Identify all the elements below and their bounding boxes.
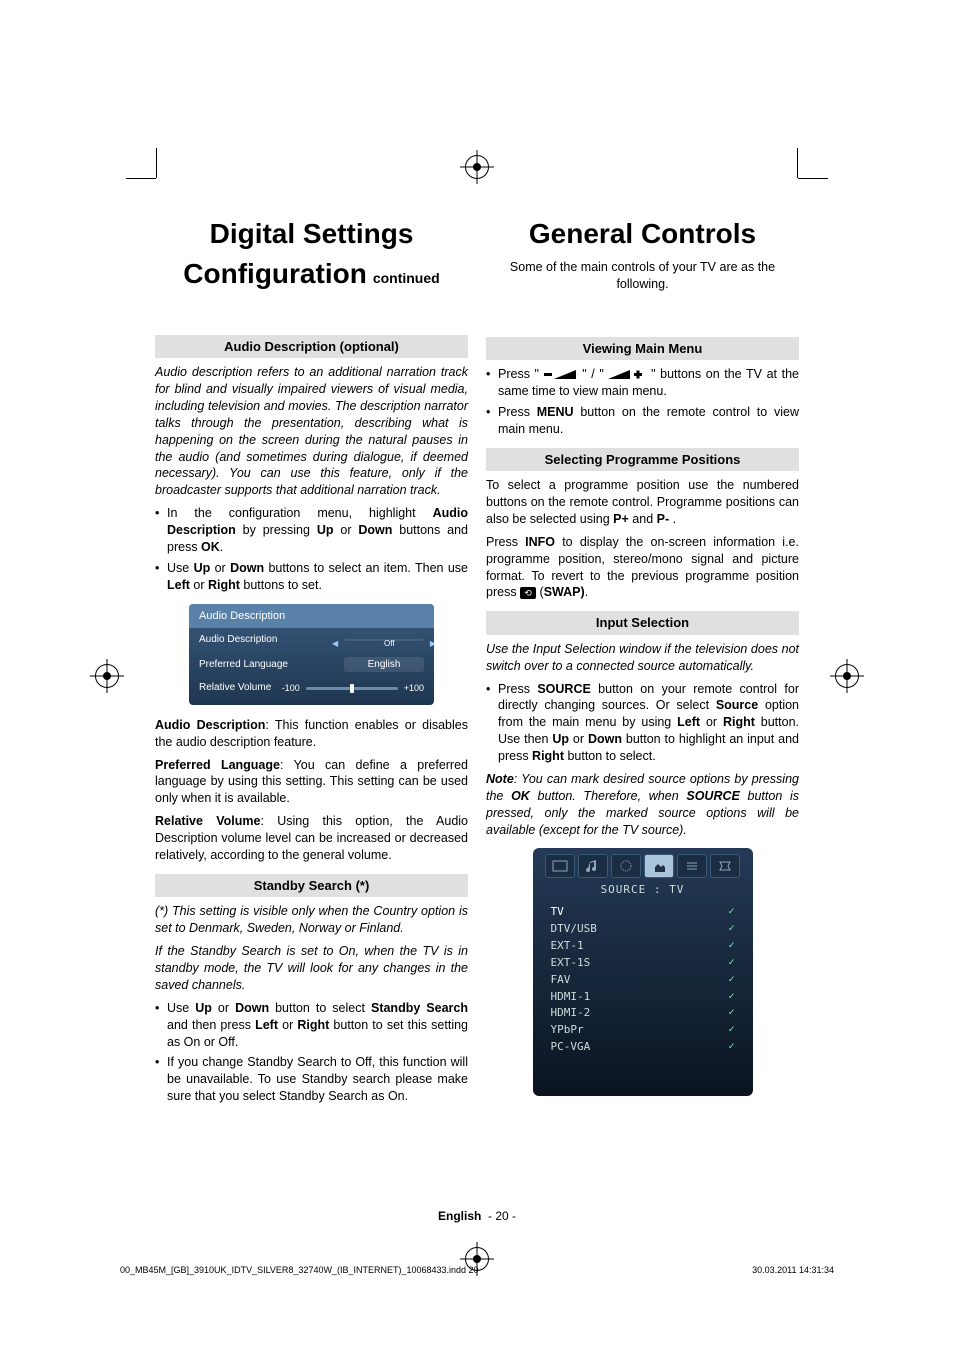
standby-bullets: Use Up or Down button to select Standby …: [155, 1000, 468, 1105]
slider-knob: [350, 684, 354, 693]
heading-viewing-main-menu: Viewing Main Menu: [486, 337, 799, 361]
panel-row-value: ◀ Off ▶: [344, 639, 424, 641]
volume-minus-icon: [544, 370, 578, 380]
tab-sound-icon: [578, 854, 608, 878]
registration-mark-icon: [95, 664, 119, 688]
panel-row-value: English: [344, 657, 424, 673]
right-title: General Controls: [486, 215, 799, 253]
right-column: General Controls Some of the main contro…: [486, 215, 799, 1109]
standby-para: If the Standby Search is set to On, when…: [155, 943, 468, 994]
tab-feature-icon: [611, 854, 641, 878]
slider-track: [306, 687, 398, 690]
check-icon: ✓: [728, 973, 734, 988]
heading-audio-description: Audio Description (optional): [155, 335, 468, 359]
check-icon: ✓: [728, 939, 734, 954]
triangle-right-icon: ▶: [430, 639, 434, 650]
check-icon: ✓: [728, 1006, 734, 1021]
audio-description-panel: Audio Description Audio Description ◀ Of…: [189, 604, 434, 705]
source-item: HDMI-2✓: [551, 1005, 735, 1022]
swap-icon: ⟲: [520, 587, 536, 599]
volume-plus-icon: [608, 370, 646, 380]
check-icon: ✓: [728, 922, 734, 937]
heading-standby-search: Standby Search (*): [155, 874, 468, 898]
check-icon: ✓: [728, 905, 734, 920]
left-column: Digital Settings Configuration continued…: [155, 215, 468, 1109]
audio-intro: Audio description refers to an additiona…: [155, 364, 468, 499]
triangle-left-icon: ◀: [332, 639, 338, 650]
tab-picture-icon: [545, 854, 575, 878]
prog-para-1: To select a programme position use the n…: [486, 477, 799, 528]
panel-row-label: Preferred Language: [199, 658, 344, 672]
check-icon: ✓: [728, 990, 734, 1005]
source-item: YPbPr✓: [551, 1022, 735, 1039]
source-item: EXT-1S✓: [551, 955, 735, 972]
panel-row-label: Audio Description: [199, 633, 344, 647]
left-title-1: Digital Settings: [155, 215, 468, 253]
check-icon: ✓: [728, 956, 734, 971]
tab-channel-icon: [677, 854, 707, 878]
tab-source-icon: [710, 854, 740, 878]
slider-max: +100: [404, 682, 424, 694]
para-preferred-language: Preferred Language: You can define a pre…: [155, 757, 468, 808]
input-intro: Use the Input Selection window if the te…: [486, 641, 799, 675]
registration-mark-icon: [835, 664, 859, 688]
audio-bullets: In the configuration menu, highlight Aud…: [155, 505, 468, 593]
main-menu-bullets: Press " " / " " buttons on the TV at the…: [486, 366, 799, 438]
heading-selecting-programme: Selecting Programme Positions: [486, 448, 799, 472]
standby-note: (*) This setting is visible only when th…: [155, 903, 468, 937]
tab-install-icon: [644, 854, 674, 878]
source-item: HDMI-1✓: [551, 989, 735, 1006]
check-icon: ✓: [728, 1040, 734, 1055]
check-icon: ✓: [728, 1023, 734, 1038]
left-title-2: Configuration continued: [155, 255, 468, 293]
source-item: DTV/USB✓: [551, 921, 735, 938]
panel-slider-label: Relative Volume: [199, 681, 276, 695]
para-relative-volume: Relative Volume: Using this option, the …: [155, 813, 468, 864]
print-folio: 00_MB45M_[GB]_3910UK_IDTV_SILVER8_32740W…: [120, 1265, 834, 1275]
right-intro: Some of the main controls of your TV are…: [486, 259, 799, 293]
input-bullets: Press SOURCE button on your remote contr…: [486, 681, 799, 765]
heading-input-selection: Input Selection: [486, 611, 799, 635]
prog-para-2: Press INFO to display the on-screen info…: [486, 534, 799, 602]
registration-mark-icon: [465, 155, 489, 179]
input-note: Note: You can mark desired source option…: [486, 771, 799, 839]
source-panel: SOURCE : TV TV✓DTV/USB✓EXT-1✓EXT-1S✓FAV✓…: [533, 848, 753, 1095]
source-item: FAV✓: [551, 972, 735, 989]
slider-min: -100: [282, 682, 300, 694]
para-audio-description: Audio Description: This function enables…: [155, 717, 468, 751]
source-item: EXT-1✓: [551, 938, 735, 955]
source-panel-title: SOURCE : TV: [533, 880, 753, 904]
panel-title: Audio Description: [189, 604, 434, 629]
source-item: PC-VGA✓: [551, 1039, 735, 1056]
page-footer: English - 20 -: [155, 1209, 799, 1223]
source-item: TV✓: [551, 904, 735, 921]
